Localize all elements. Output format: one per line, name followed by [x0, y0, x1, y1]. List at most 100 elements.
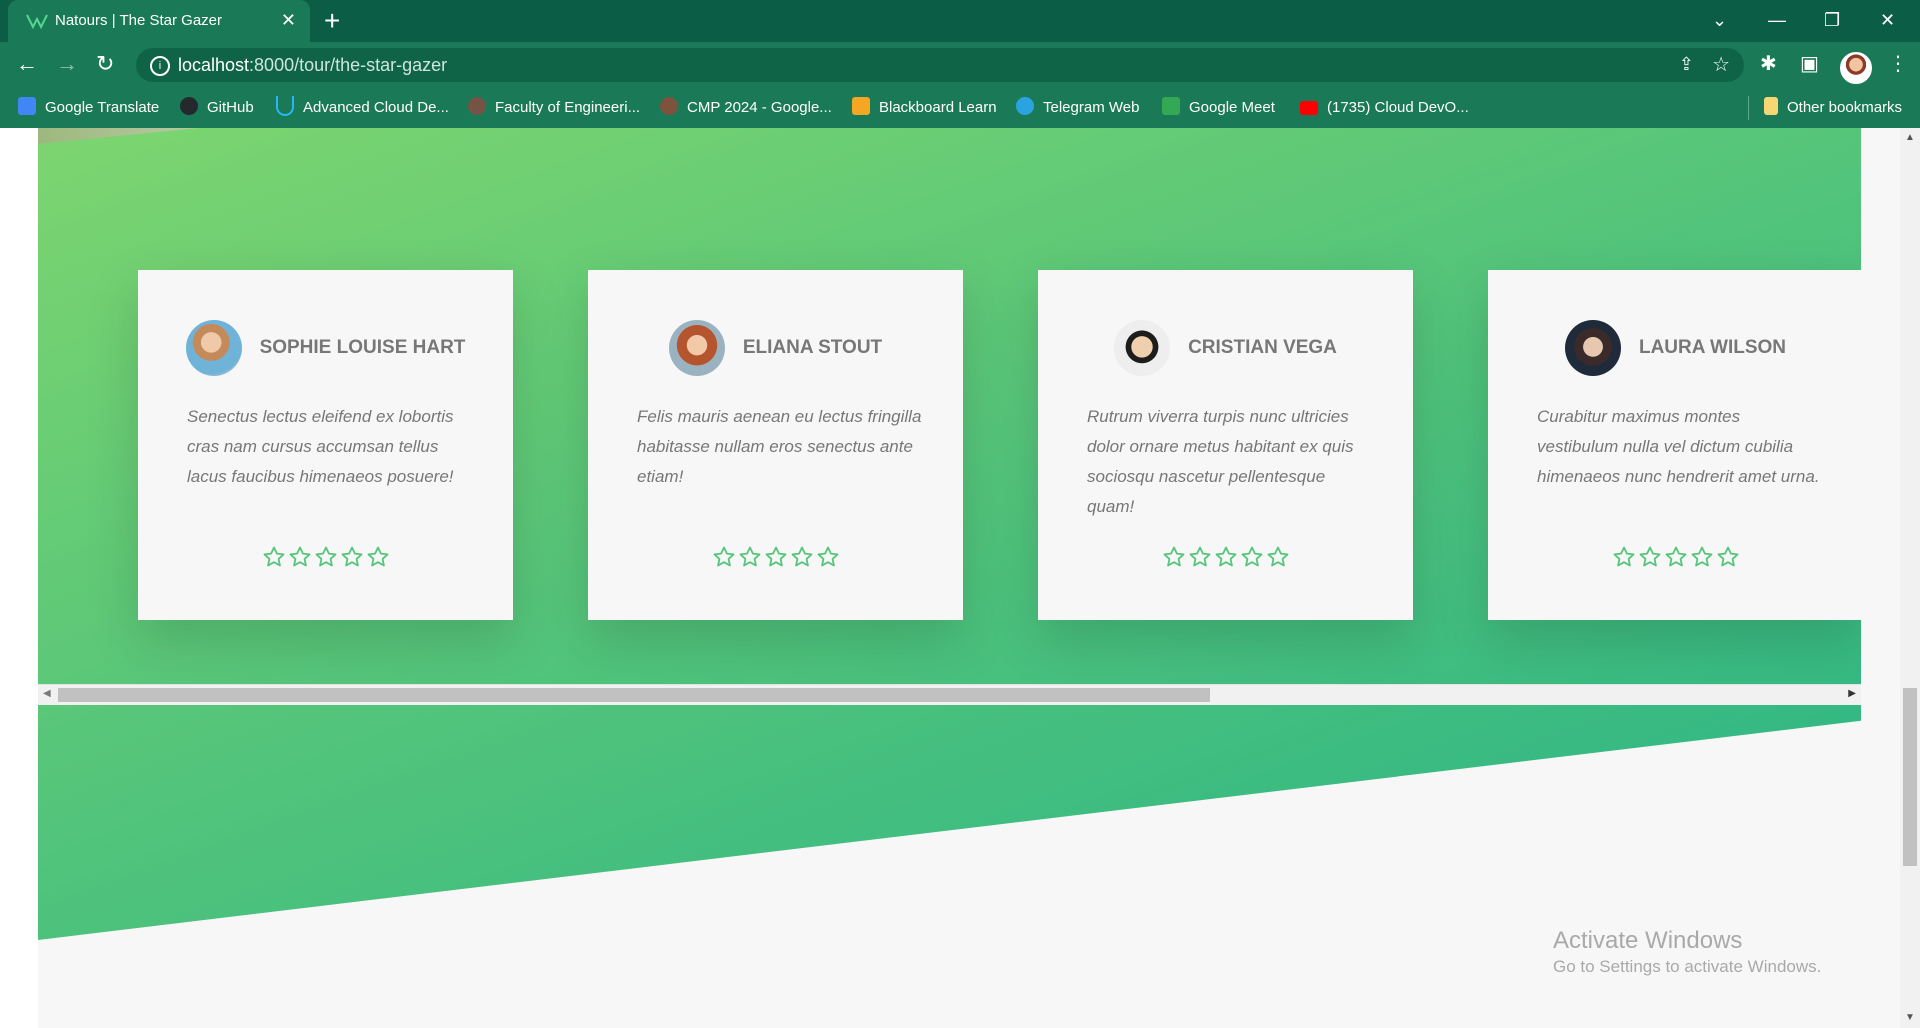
star-icon — [791, 546, 812, 567]
back-icon[interactable]: ← — [16, 52, 38, 76]
star-icon — [713, 546, 734, 567]
reviewer-avatar — [1564, 320, 1621, 376]
review-card: Eliana Stout Felis mauris aenean eu lect… — [588, 270, 963, 620]
browser-toolbar: ← → ↻ i localhost:8000/tour/the-star-gaz… — [0, 42, 1920, 88]
star-icon — [765, 546, 786, 567]
reviewer-name: Cristian Vega — [1188, 337, 1337, 358]
review-text: Senectus lectus eleifend ex lobortis cra… — [187, 407, 454, 486]
reviewer-avatar — [185, 320, 242, 376]
star-icon — [1717, 546, 1738, 567]
review-text: Felis mauris aenean eu lectus fringilla … — [637, 407, 922, 486]
scroll-up-arrow-icon[interactable]: ▲ — [1905, 132, 1915, 143]
windows-activation-watermark: Activate Windows Go to Settings to activ… — [1553, 926, 1821, 978]
google-meet-icon — [1162, 97, 1180, 116]
reviewer-avatar — [668, 320, 725, 376]
restore-icon[interactable]: ❐ — [1824, 8, 1840, 32]
close-tab-icon[interactable]: ✕ — [281, 10, 296, 30]
close-window-icon[interactable]: ✕ — [1880, 8, 1895, 32]
youtube-icon — [1300, 101, 1318, 116]
star-icon — [1639, 546, 1660, 567]
star-icon — [367, 546, 388, 567]
star-icon — [1241, 546, 1262, 567]
folder-icon — [1764, 97, 1778, 116]
review-text: Curabitur maximus montes vestibulum null… — [1537, 407, 1820, 486]
review-card: Cristian Vega Rutrum viverra turpis nunc… — [1038, 270, 1413, 620]
bookmark-telegram[interactable]: Telegram Web — [1016, 97, 1139, 119]
bookmark-advanced-cloud[interactable]: Advanced Cloud De... — [276, 96, 449, 119]
review-card: Laura Wilson Curabitur maximus montes ve… — [1488, 270, 1861, 620]
bookmark-youtube[interactable]: (1735) Cloud DevO... — [1300, 97, 1469, 119]
horizontal-scroll-thumb[interactable] — [58, 688, 1210, 702]
review-text: Rutrum viverra turpis nunc ultricies dol… — [1087, 407, 1354, 516]
rating-stars — [588, 545, 963, 574]
scroll-down-arrow-icon[interactable]: ▼ — [1905, 1012, 1915, 1023]
natours-favicon-icon — [26, 12, 48, 30]
google-groups-icon — [660, 97, 678, 116]
review-author: Eliana Stout — [588, 320, 963, 376]
review-author: Sophie Louise Hart — [138, 320, 513, 376]
star-icon — [1189, 546, 1210, 567]
menu-icon[interactable]: ⋮ — [1888, 52, 1908, 76]
bookmark-star-icon[interactable]: ☆ — [1712, 52, 1730, 77]
vertical-scroll-thumb[interactable] — [1903, 688, 1917, 866]
browser-tab[interactable]: Natours | The Star Gazer ✕ — [8, 0, 310, 42]
star-icon — [1163, 546, 1184, 567]
rating-stars — [1488, 545, 1861, 574]
reviewer-name: Laura Wilson — [1638, 337, 1787, 358]
udemy-icon — [276, 96, 294, 117]
scroll-right-arrow-icon[interactable]: ▶ — [1848, 688, 1856, 699]
github-icon — [180, 97, 198, 116]
page-left-gutter — [0, 128, 38, 1028]
new-tab-button[interactable]: + — [324, 6, 340, 36]
reviewer-name: Sophie Louise Hart — [259, 337, 466, 358]
url-text[interactable]: localhost:8000/tour/the-star-gazer — [178, 55, 447, 75]
star-icon — [289, 546, 310, 567]
star-icon — [817, 546, 838, 567]
star-icon — [1215, 546, 1236, 567]
page-vertical-scrollbar[interactable]: ▲ ▼ — [1900, 128, 1920, 1028]
side-panel-icon[interactable]: ▣ — [1800, 52, 1819, 76]
star-icon — [315, 546, 336, 567]
profile-avatar[interactable] — [1840, 52, 1872, 84]
blackboard-icon — [852, 97, 870, 116]
telegram-icon — [1016, 97, 1034, 116]
bookmarks-separator — [1748, 96, 1749, 120]
extensions-icon[interactable]: ✱ — [1760, 52, 1777, 76]
bookmark-github[interactable]: GitHub — [180, 97, 254, 119]
review-author: Laura Wilson — [1488, 320, 1861, 376]
review-author: Cristian Vega — [1038, 320, 1413, 376]
scroll-left-arrow-icon[interactable]: ◀ — [43, 688, 51, 699]
google-translate-icon — [18, 97, 36, 116]
star-icon — [341, 546, 362, 567]
share-icon[interactable]: ⇪ — [1679, 54, 1694, 75]
star-icon — [1691, 546, 1712, 567]
star-icon — [1665, 546, 1686, 567]
bookmark-google-meet[interactable]: Google Meet — [1162, 97, 1275, 119]
carousel-horizontal-scrollbar[interactable]: ◀ ▶ — [38, 684, 1861, 705]
rating-stars — [1038, 545, 1413, 574]
tab-search-icon[interactable]: ⌄ — [1712, 8, 1727, 32]
tab-title: Natours | The Star Gazer — [55, 12, 223, 29]
bookmark-blackboard[interactable]: Blackboard Learn — [852, 97, 997, 119]
page-viewport: Sophie Louise Hart Senectus lectus eleif… — [0, 128, 1920, 1028]
faculty-icon — [468, 97, 486, 116]
reviewer-avatar — [1114, 320, 1171, 376]
bookmark-faculty[interactable]: Faculty of Engineeri... — [468, 97, 640, 119]
reviews-carousel[interactable]: Sophie Louise Hart Senectus lectus eleif… — [38, 128, 1861, 684]
reload-icon[interactable]: ↻ — [96, 52, 114, 76]
star-icon — [739, 546, 760, 567]
minimize-icon[interactable]: — — [1768, 8, 1786, 32]
review-card: Sophie Louise Hart Senectus lectus eleif… — [138, 270, 513, 620]
star-icon — [1267, 546, 1288, 567]
bookmark-cmp-2024[interactable]: CMP 2024 - Google... — [660, 97, 832, 119]
star-icon — [1613, 546, 1634, 567]
watermark-title: Activate Windows — [1553, 927, 1743, 954]
forward-icon[interactable]: → — [56, 52, 78, 76]
bookmark-google-translate[interactable]: Google Translate — [18, 97, 159, 119]
star-icon — [263, 546, 284, 567]
other-bookmarks[interactable]: Other bookmarks — [1764, 97, 1902, 119]
bookmarks-bar: Google Translate GitHub Advanced Cloud D… — [0, 88, 1920, 128]
address-bar[interactable]: i localhost:8000/tour/the-star-gazer ⇪ ☆ — [136, 48, 1744, 82]
watermark-subtitle: Go to Settings to activate Windows. — [1553, 957, 1822, 976]
site-info-icon[interactable]: i — [150, 56, 170, 76]
